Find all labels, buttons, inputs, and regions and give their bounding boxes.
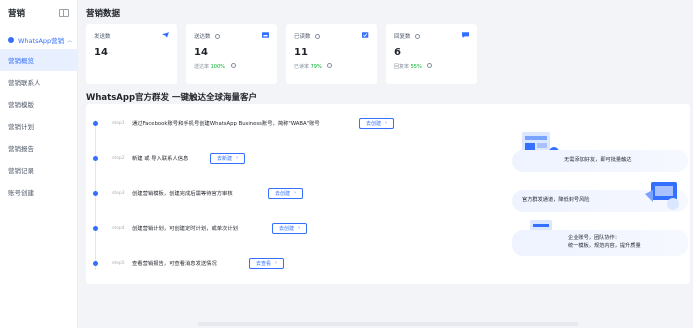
step-dot xyxy=(93,260,98,266)
sidebar-item-label: 账号创建 xyxy=(8,189,34,197)
promo-batch-reach: 无需添加好友，即可批量触达 xyxy=(512,150,688,172)
collapse-sidebar-icon[interactable] xyxy=(59,9,69,17)
step-number: step3 xyxy=(112,190,125,196)
step1-create-button[interactable]: 去创建 › xyxy=(359,117,395,129)
sidebar-item-reports[interactable]: 营销报告 xyxy=(0,137,77,159)
sidebar-item-label: 营销模版 xyxy=(8,101,34,109)
step-number: step2 xyxy=(112,155,125,161)
sidebar-item-label: 营销记录 xyxy=(8,167,34,175)
sidebar-item-account-create[interactable]: 账号创建 xyxy=(0,181,77,203)
shield-illustration xyxy=(645,182,679,210)
step-dot xyxy=(93,155,98,161)
app-root: 营销 WhatsApp营销 ︿ 营销概览 营销联系人 营销模版 营销计划 营销报… xyxy=(0,0,693,328)
sidebar-item-label: 营销计划 xyxy=(8,123,34,131)
step2-new-button[interactable]: 去新建 › xyxy=(210,152,246,164)
step-number: step5 xyxy=(112,260,125,266)
step-dot xyxy=(93,225,98,231)
step-text: 创建营销计划，可创建定时计划，或单次计划 xyxy=(132,226,238,232)
info-icon[interactable] xyxy=(214,33,220,39)
inbox-icon xyxy=(262,32,269,38)
chat-icon xyxy=(462,32,469,38)
sidebar: 营销 WhatsApp营销 ︿ 营销概览 营销联系人 营销模版 营销计划 营销报… xyxy=(0,0,78,328)
stat-label: 发送数 xyxy=(94,34,111,40)
chevron-right-icon: › xyxy=(275,260,278,266)
sidebar-item-records[interactable]: 营销记录 xyxy=(0,159,77,181)
step-number: step4 xyxy=(112,225,125,231)
stat-card-replied: 回复数 6 回复率 55% xyxy=(386,24,477,84)
chevron-right-icon: › xyxy=(298,225,301,231)
info-icon[interactable] xyxy=(427,63,433,68)
sidebar-title: 营销 xyxy=(8,9,26,19)
step-text: 通过Facebook账号和手机号创建WhatsApp Business账号，简称… xyxy=(132,121,320,127)
step5-view-button[interactable]: 去查看 › xyxy=(249,257,285,269)
chevron-right-icon: › xyxy=(236,155,239,161)
sidebar-item-plans[interactable]: 营销计划 xyxy=(0,115,77,137)
chevron-right-icon: › xyxy=(294,190,297,196)
step3-create-button[interactable]: 去创建 › xyxy=(268,187,304,199)
step4-create-button[interactable]: 去创建 › xyxy=(272,222,308,234)
stat-rate: 送达率 100% xyxy=(194,63,269,70)
stat-rate: 回复率 55% xyxy=(394,63,469,70)
step-text: 新建 或 导入联系人信息 xyxy=(132,156,189,162)
sidebar-item-label: 营销联系人 xyxy=(8,79,41,87)
page-title: 营销数据 xyxy=(86,9,121,19)
stat-label: 已读数 xyxy=(294,32,369,40)
sidebar-item-contacts[interactable]: 营销联系人 xyxy=(0,71,77,93)
sidebar-header: 营销 xyxy=(0,0,77,26)
info-icon[interactable] xyxy=(327,63,333,68)
check-box-icon xyxy=(362,32,369,38)
chevron-up-icon: ︿ xyxy=(67,37,73,44)
horizontal-scrollbar[interactable] xyxy=(198,322,578,326)
promo-team-collab: 企业账号，团队协作： 统一模板，规范内容，提升质量 xyxy=(512,230,688,256)
info-icon[interactable] xyxy=(314,33,320,39)
sidebar-item-label: 营销概览 xyxy=(8,57,34,65)
stat-label: 回复数 xyxy=(394,32,469,40)
section-title: WhatsApp官方群发 一键触达全球海量客户 xyxy=(86,93,257,103)
stat-value: 14 xyxy=(194,47,208,58)
whatsapp-icon xyxy=(8,37,14,43)
sidebar-group-whatsapp[interactable]: WhatsApp营销 ︿ xyxy=(0,31,77,49)
step-number: step1 xyxy=(112,120,125,126)
step-text: 创建营销模板，创建完成后需等待官方审核 xyxy=(132,191,233,197)
sidebar-item-templates[interactable]: 营销模版 xyxy=(0,93,77,115)
info-icon[interactable] xyxy=(414,33,420,39)
step-dot xyxy=(93,120,98,126)
stat-label: 送达数 xyxy=(194,32,269,40)
steps-panel: step1 通过Facebook账号和手机号创建WhatsApp Busines… xyxy=(86,104,690,284)
stat-rate: 已读率 79% xyxy=(294,63,369,70)
main-content: 营销数据 发送数 14 送达数 14 送达率 100% 已读数 11 已读率 7… xyxy=(78,0,693,328)
stat-card-delivered: 送达数 14 送达率 100% xyxy=(186,24,277,84)
sidebar-group-label: WhatsApp营销 xyxy=(18,37,65,45)
stat-card-sent: 发送数 14 xyxy=(86,24,177,84)
sidebar-item-overview[interactable]: 营销概览 xyxy=(0,49,77,71)
stat-value: 14 xyxy=(94,47,108,58)
info-icon[interactable] xyxy=(230,63,236,68)
sidebar-item-label: 营销报告 xyxy=(8,145,34,153)
chevron-right-icon: › xyxy=(385,120,388,126)
stat-value: 6 xyxy=(394,47,401,58)
step-text: 查看营销报告，可查看消息发送情况 xyxy=(132,261,217,267)
stat-card-read: 已读数 11 已读率 79% xyxy=(286,24,377,84)
stat-value: 11 xyxy=(294,47,308,58)
send-icon xyxy=(162,32,169,38)
step-dot xyxy=(93,190,98,196)
